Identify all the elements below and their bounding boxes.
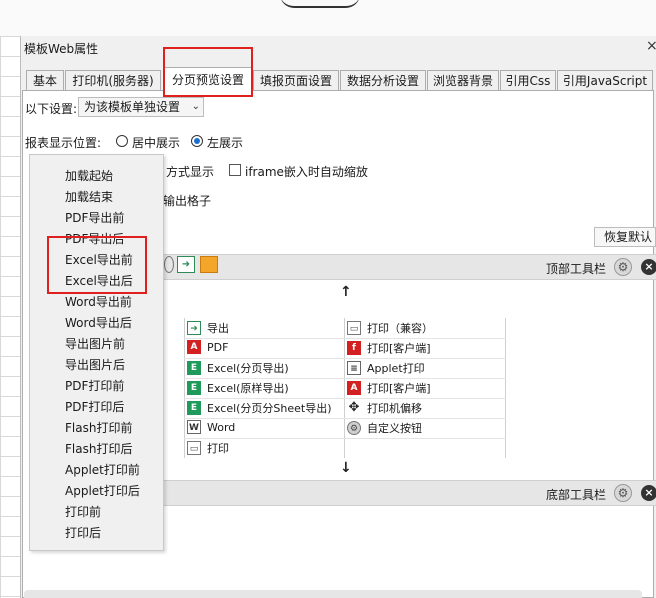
output-cell-label: 输出格子 bbox=[163, 194, 212, 208]
radio-center[interactable] bbox=[116, 135, 128, 147]
menu-item[interactable]: PDF打印后 bbox=[65, 398, 124, 415]
background-top bbox=[0, 0, 656, 36]
printer-icon: ▭ bbox=[347, 321, 361, 335]
grid-line bbox=[184, 418, 506, 419]
move-icon: ✥ bbox=[348, 400, 360, 415]
close-icon[interactable]: × bbox=[646, 38, 656, 54]
report-position-label: 报表显示位置: bbox=[25, 136, 102, 150]
highlight-box-excel bbox=[47, 236, 147, 294]
chevron-down-icon: ⌄ bbox=[191, 101, 200, 112]
excel-icon: E bbox=[187, 401, 201, 415]
applet-icon: ≡ bbox=[347, 361, 361, 375]
grid-line bbox=[184, 338, 506, 339]
export-icon[interactable]: ➜ bbox=[177, 256, 195, 273]
radio-left-label: 左展示 bbox=[207, 136, 244, 150]
menu-item[interactable]: PDF导出前 bbox=[65, 209, 124, 226]
display-mode-label: 方式显示 bbox=[166, 165, 215, 179]
radio-left[interactable] bbox=[191, 135, 203, 147]
button-excel-page[interactable]: E Excel(分页导出) bbox=[187, 360, 289, 376]
bottom-toolbar-label: 底部工具栏 bbox=[546, 488, 607, 502]
menu-item[interactable]: Flash打印前 bbox=[65, 419, 132, 436]
tab-fill-page[interactable]: 填报页面设置 bbox=[253, 70, 339, 90]
below-settings-label: 以下设置: bbox=[25, 102, 78, 116]
flash-print-icon: f bbox=[347, 341, 361, 355]
tab-basic[interactable]: 基本 bbox=[26, 70, 64, 90]
radio-center-label: 居中展示 bbox=[132, 136, 181, 150]
top-toolbar-label: 顶部工具栏 bbox=[546, 262, 607, 276]
grid-line bbox=[184, 318, 185, 458]
menu-item[interactable]: 加载结束 bbox=[65, 188, 113, 205]
menu-item[interactable]: 导出图片后 bbox=[65, 356, 125, 373]
grid-line bbox=[184, 358, 506, 359]
excel-icon: E bbox=[187, 381, 201, 395]
word-icon: W bbox=[187, 420, 201, 434]
menu-item[interactable]: Word导出前 bbox=[65, 293, 132, 310]
grid-line bbox=[184, 398, 506, 399]
menu-item[interactable]: Flash打印后 bbox=[65, 440, 132, 457]
below-settings-value: 为该模板单独设置 bbox=[84, 100, 181, 114]
button-printer-offset[interactable]: ✥ 打印机偏移 bbox=[347, 400, 422, 416]
tab-browser-bg[interactable]: 浏览器背景 bbox=[427, 70, 499, 90]
button-print-client-pdf[interactable]: A 打印[客户端] bbox=[347, 380, 431, 396]
bottom-toolbar-settings-icon[interactable]: ⚙ bbox=[614, 484, 632, 502]
export-icon: ➜ bbox=[187, 321, 201, 335]
button-word[interactable]: W Word bbox=[187, 420, 235, 434]
excel-icon: E bbox=[187, 361, 201, 375]
email-icon[interactable] bbox=[200, 256, 218, 273]
move-down-arrow-icon[interactable]: ↓ bbox=[340, 460, 352, 476]
button-excel-sheet[interactable]: E Excel(分页分Sheet导出) bbox=[187, 400, 332, 416]
menu-item[interactable]: PDF打印前 bbox=[65, 377, 124, 394]
button-applet-print[interactable]: ≡ Applet打印 bbox=[347, 360, 425, 376]
grid-line bbox=[344, 318, 345, 458]
gear-icon: ⚙ bbox=[347, 421, 361, 435]
menu-item[interactable]: Word导出后 bbox=[65, 314, 132, 331]
tab-data-analysis[interactable]: 数据分析设置 bbox=[340, 70, 426, 90]
highlight-box-tab bbox=[163, 47, 253, 97]
menu-item[interactable]: 打印后 bbox=[65, 524, 101, 541]
menu-item[interactable]: 导出图片前 bbox=[65, 335, 125, 352]
menu-item[interactable]: Applet打印前 bbox=[65, 461, 140, 478]
button-print-compatible[interactable]: ▭ 打印（兼容） bbox=[347, 320, 433, 336]
restore-default-button[interactable]: 恢复默认 bbox=[594, 227, 656, 247]
menu-item[interactable]: 打印前 bbox=[65, 503, 101, 520]
button-custom[interactable]: ⚙ 自定义按钮 bbox=[347, 420, 422, 436]
top-toolbar-remove-icon[interactable]: × bbox=[641, 259, 656, 275]
background-curve bbox=[280, 0, 360, 8]
button-export[interactable]: ➜ 导出 bbox=[187, 320, 229, 336]
button-pdf[interactable]: A PDF bbox=[187, 340, 228, 354]
tab-printer-server[interactable]: 打印机(服务器) bbox=[65, 70, 161, 90]
tab-javascript[interactable]: 引用JavaScript bbox=[557, 70, 653, 90]
bottom-scroll-strip bbox=[24, 590, 642, 598]
bottom-toolbar-remove-icon[interactable]: × bbox=[641, 485, 656, 501]
below-settings-select[interactable]: 为该模板单独设置 ⌄ bbox=[78, 97, 204, 117]
menu-item[interactable]: 加载起始 bbox=[65, 167, 113, 184]
menu-item[interactable]: Applet打印后 bbox=[65, 482, 140, 499]
bottom-toolbar-bar: 底部工具栏 bbox=[164, 480, 656, 506]
top-toolbar-bar: 顶部工具栏 bbox=[164, 254, 656, 280]
grid-line bbox=[184, 378, 506, 379]
toolbar-gear-partial-icon[interactable] bbox=[164, 256, 174, 273]
printer-icon: ▭ bbox=[187, 441, 201, 455]
dialog-title: 模板Web属性 bbox=[24, 42, 99, 56]
iframe-autoscale-label: iframe嵌入时自动缩放 bbox=[245, 165, 368, 179]
grid-line bbox=[184, 438, 506, 439]
iframe-autoscale-checkbox[interactable] bbox=[229, 164, 241, 176]
button-print-client[interactable]: f 打印[客户端] bbox=[347, 340, 431, 356]
button-excel-original[interactable]: E Excel(原样导出) bbox=[187, 380, 289, 396]
grid-line bbox=[505, 318, 506, 458]
pdf-icon: A bbox=[347, 381, 361, 395]
move-up-arrow-icon[interactable]: ↑ bbox=[340, 284, 352, 300]
top-toolbar-settings-icon[interactable]: ⚙ bbox=[614, 258, 632, 276]
button-print[interactable]: ▭ 打印 bbox=[187, 440, 229, 456]
background-grid bbox=[0, 36, 20, 598]
tab-css[interactable]: 引用Css bbox=[500, 70, 556, 90]
pdf-icon: A bbox=[187, 340, 201, 354]
